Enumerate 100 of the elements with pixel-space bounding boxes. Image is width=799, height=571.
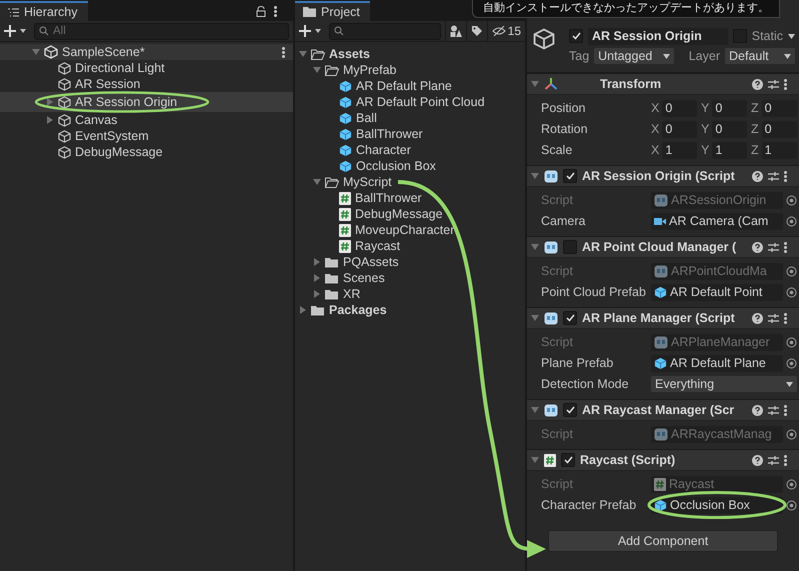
more-options-icon[interactable] xyxy=(784,78,787,90)
expanded-arrow-icon[interactable] xyxy=(531,243,539,251)
object-picker-icon[interactable] xyxy=(786,428,797,440)
preset-sliders-icon[interactable] xyxy=(768,454,779,466)
folder-row[interactable]: Packages xyxy=(295,302,525,318)
detection-mode-dropdown[interactable]: Everything xyxy=(651,376,797,392)
asset-row[interactable]: DebugMessage xyxy=(295,206,525,222)
object-picker-icon[interactable] xyxy=(786,286,797,298)
expanded-arrow-icon[interactable] xyxy=(32,48,40,56)
scene-row[interactable]: SampleScene* xyxy=(0,44,293,60)
asset-row[interactable]: Occlusion Box xyxy=(295,158,525,174)
preset-sliders-icon[interactable] xyxy=(768,312,779,324)
add-component-button[interactable]: Add Component xyxy=(548,530,778,552)
expanded-arrow-icon[interactable] xyxy=(531,456,539,464)
asset-row[interactable]: AR Default Plane xyxy=(295,78,525,94)
folder-row[interactable]: MyPrefab xyxy=(295,62,525,78)
more-options-icon[interactable] xyxy=(784,454,787,466)
number-field[interactable]: 0 xyxy=(712,120,747,138)
folder-row[interactable]: Scenes xyxy=(295,270,525,286)
component-header[interactable]: AR Point Cloud Manager ( xyxy=(527,236,799,258)
object-name-field[interactable]: AR Session Origin xyxy=(588,28,728,44)
object-reference-field[interactable]: AR Default Point xyxy=(651,284,783,300)
more-options-icon[interactable] xyxy=(784,312,787,324)
preset-sliders-icon[interactable] xyxy=(768,242,779,252)
add-dropdown-icon[interactable] xyxy=(4,25,28,37)
object-reference-field[interactable]: AR Default Plane xyxy=(651,354,783,372)
object-picker-icon[interactable] xyxy=(786,500,797,510)
folder-row[interactable]: Assets xyxy=(295,46,525,62)
component-header[interactable]: AR Raycast Manager (Scr xyxy=(527,399,799,421)
object-picker-icon[interactable] xyxy=(786,336,797,348)
expanded-arrow-icon[interactable] xyxy=(313,178,321,186)
collapsed-arrow-icon[interactable] xyxy=(46,98,54,106)
preset-sliders-icon[interactable] xyxy=(768,170,779,182)
folder-row[interactable]: MyScript xyxy=(295,174,525,190)
asset-row[interactable]: Character xyxy=(295,142,525,158)
hierarchy-item[interactable]: DebugMessage xyxy=(0,144,293,160)
number-field[interactable]: 1 xyxy=(712,142,747,158)
help-icon[interactable] xyxy=(752,242,763,252)
tag-dropdown[interactable]: Untagged xyxy=(594,48,674,64)
hidden-packages-button[interactable]: 15 xyxy=(486,21,525,41)
layer-dropdown[interactable]: Default xyxy=(725,48,795,64)
object-picker-icon[interactable] xyxy=(786,478,797,490)
preset-sliders-icon[interactable] xyxy=(768,78,779,90)
more-options-icon[interactable] xyxy=(784,170,787,182)
number-field[interactable]: 0 xyxy=(762,120,797,138)
hierarchy-item[interactable]: Canvas xyxy=(0,112,293,128)
asset-row[interactable]: AR Default Point Cloud xyxy=(295,94,525,110)
component-enabled-checkbox[interactable] xyxy=(563,169,577,183)
object-picker-icon[interactable] xyxy=(786,216,797,226)
component-header[interactable]: Transform xyxy=(527,73,799,95)
asset-row[interactable]: Ball xyxy=(295,110,525,126)
component-enabled-checkbox[interactable] xyxy=(563,240,577,254)
collapsed-arrow-icon[interactable] xyxy=(46,116,54,124)
component-header[interactable]: AR Plane Manager (Script xyxy=(527,307,799,329)
expanded-arrow-icon[interactable] xyxy=(531,80,539,88)
object-picker-icon[interactable] xyxy=(786,194,797,206)
number-field[interactable]: 1 xyxy=(662,142,697,158)
help-icon[interactable] xyxy=(752,312,763,324)
expanded-arrow-icon[interactable] xyxy=(531,406,539,414)
folder-row[interactable]: XR xyxy=(295,286,525,302)
more-options-icon[interactable] xyxy=(784,242,787,252)
component-header[interactable]: AR Session Origin (Script xyxy=(527,165,799,187)
more-options-icon[interactable] xyxy=(784,404,787,416)
object-reference-field[interactable]: Occlusion Box xyxy=(651,496,783,514)
asset-row[interactable]: BallThrower xyxy=(295,190,525,206)
number-field[interactable]: 0 xyxy=(662,100,697,116)
component-enabled-checkbox[interactable] xyxy=(563,311,577,325)
asset-row[interactable]: MoveupCharacter xyxy=(295,222,525,238)
folder-row[interactable]: PQAssets xyxy=(295,254,525,270)
hierarchy-item[interactable]: EventSystem xyxy=(0,128,293,144)
help-icon[interactable] xyxy=(752,78,763,90)
object-reference-field[interactable]: AR Camera (Cam xyxy=(651,212,783,230)
number-field[interactable]: 0 xyxy=(712,100,747,116)
more-options-icon[interactable] xyxy=(274,6,277,16)
preset-sliders-icon[interactable] xyxy=(768,404,779,416)
help-icon[interactable] xyxy=(752,454,763,466)
number-field[interactable]: 0 xyxy=(762,100,797,116)
help-icon[interactable] xyxy=(752,170,763,182)
component-header[interactable]: Raycast (Script) xyxy=(527,449,799,471)
expanded-arrow-icon[interactable] xyxy=(531,314,539,322)
number-field[interactable]: 1 xyxy=(762,142,797,158)
search-field[interactable] xyxy=(329,22,441,40)
number-field[interactable]: 0 xyxy=(662,120,697,138)
asset-row[interactable]: Raycast xyxy=(295,238,525,254)
object-picker-icon[interactable] xyxy=(786,358,797,368)
more-options-icon[interactable] xyxy=(282,46,285,58)
component-enabled-checkbox[interactable] xyxy=(563,403,577,417)
lock-icon[interactable] xyxy=(256,6,266,16)
hierarchy-tab[interactable]: Hierarchy xyxy=(0,1,88,21)
hierarchy-item[interactable]: AR Session xyxy=(0,76,293,92)
add-dropdown-icon[interactable] xyxy=(299,25,323,37)
hierarchy-item[interactable]: AR Session Origin xyxy=(0,92,293,112)
hierarchy-item[interactable]: Directional Light xyxy=(0,60,293,76)
help-icon[interactable] xyxy=(752,404,763,416)
component-enabled-checkbox[interactable] xyxy=(561,453,575,467)
expanded-arrow-icon[interactable] xyxy=(531,172,539,180)
asset-row[interactable]: BallThrower xyxy=(295,126,525,142)
project-tab[interactable]: Project xyxy=(295,1,370,21)
active-checkbox[interactable] xyxy=(569,29,583,43)
object-picker-icon[interactable] xyxy=(786,266,797,276)
